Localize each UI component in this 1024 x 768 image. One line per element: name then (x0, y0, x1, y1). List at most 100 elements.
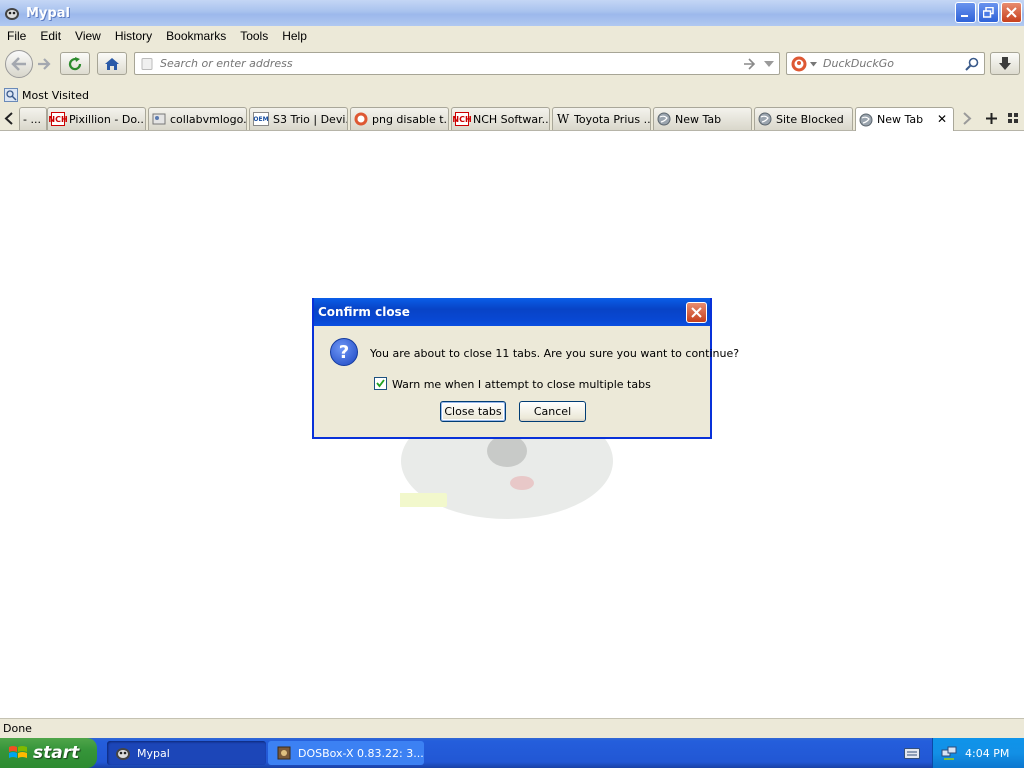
downloads-button[interactable] (990, 52, 1020, 75)
warn-checkbox-label[interactable]: Warn me when I attempt to close multiple… (392, 378, 651, 391)
network-icon[interactable] (941, 745, 957, 761)
system-tray: 4:04 PM (932, 738, 1024, 768)
tab-label: - ... (23, 112, 41, 126)
window-title: Mypal (26, 5, 70, 21)
search-bar[interactable] (786, 52, 985, 75)
restore-icon (983, 7, 994, 18)
dialog-titlebar[interactable]: Confirm close (314, 298, 710, 326)
checkmark-icon (376, 379, 385, 388)
taskbar: start Mypal DOSBox-X 0.83.22: 3... 4:04 … (0, 738, 1024, 768)
scroll-tabs-left-icon[interactable] (4, 112, 14, 125)
go-arrow-icon[interactable] (743, 58, 756, 70)
forward-button[interactable] (34, 55, 54, 73)
status-text: Done (3, 722, 32, 735)
menu-file[interactable]: File (0, 29, 33, 43)
menu-tools[interactable]: Tools (233, 29, 275, 43)
dialog-message: You are about to close 11 tabs. Are you … (370, 347, 740, 360)
address-bar[interactable] (134, 52, 780, 75)
nch-logo-icon: NCH (48, 112, 68, 126)
tab-label: S3 Trio | Devi... (273, 112, 347, 126)
globe-icon (859, 113, 873, 126)
home-button[interactable] (97, 52, 127, 75)
page-icon (141, 58, 153, 70)
tab-0[interactable]: - ... (19, 107, 47, 130)
engine-dropdown-icon[interactable] (810, 62, 817, 67)
menu-bookmarks[interactable]: Bookmarks (159, 29, 233, 43)
close-tabs-button[interactable]: Close tabs (440, 401, 506, 422)
window-close-button[interactable] (1001, 2, 1022, 23)
start-button[interactable]: start (0, 738, 97, 768)
menu-bar: File Edit View History Bookmarks Tools H… (0, 26, 1024, 46)
tab-9-active[interactable]: New Tab ✕ (855, 107, 954, 131)
bookmarks-toolbar: Most Visited (0, 84, 1024, 106)
minimize-button[interactable] (955, 2, 976, 23)
globe-icon (657, 112, 671, 126)
dialog-close-button[interactable] (686, 302, 707, 323)
bookmark-folder-icon (4, 88, 18, 102)
tab-label: Pixillion - Do... (69, 112, 145, 126)
menu-view[interactable]: View (68, 29, 108, 43)
tab-8[interactable]: Site Blocked (754, 107, 853, 130)
navigation-toolbar (0, 46, 1024, 84)
new-tab-icon[interactable] (985, 112, 998, 125)
cancel-button[interactable]: Cancel (519, 401, 586, 422)
taskbar-item-label: Mypal (137, 746, 170, 760)
confirm-close-dialog: Confirm close ? You are about to close 1… (312, 298, 739, 439)
tab-7[interactable]: New Tab (653, 107, 752, 130)
taskbar-item-mypal[interactable]: Mypal (107, 741, 266, 765)
bookmark-label: Most Visited (22, 88, 89, 102)
duckduckgo-icon[interactable] (791, 56, 807, 72)
mypal-app-icon (5, 8, 19, 20)
tab-label: png disable t... (372, 112, 448, 126)
menu-history[interactable]: History (108, 29, 159, 43)
dialog-title: Confirm close (318, 305, 410, 319)
address-input[interactable] (160, 57, 740, 70)
image-icon (152, 113, 166, 125)
back-button[interactable] (5, 50, 33, 78)
warn-checkbox[interactable] (374, 377, 387, 390)
dosbox-icon (277, 746, 291, 760)
nch-logo-icon: NCH (452, 112, 472, 126)
status-bar: Done (0, 718, 1024, 738)
taskbar-item-dosbox[interactable]: DOSBox-X 0.83.22: 3... (268, 741, 424, 765)
tab-label: NCH Softwar... (473, 112, 549, 126)
tab-strip: - ... NCH Pixillion - Do... collabvmlogo… (0, 106, 1024, 131)
mypal-app-icon (116, 748, 130, 760)
reload-button[interactable] (60, 52, 90, 75)
windows-logo-icon (9, 746, 27, 758)
window-titlebar[interactable]: Mypal (0, 0, 1024, 26)
keyboard-icon[interactable] (904, 746, 920, 760)
all-tabs-icon[interactable] (1008, 113, 1019, 124)
oem-icon: OEM (253, 112, 269, 126)
tab-label: New Tab (675, 112, 722, 126)
arrow-right-icon (38, 58, 51, 70)
search-input[interactable] (823, 57, 963, 70)
taskbar-item-label: DOSBox-X 0.83.22: 3... (298, 746, 424, 760)
close-icon (691, 307, 702, 318)
minimize-icon (961, 15, 968, 17)
tab-6[interactable]: W Toyota Prius ... (552, 107, 651, 130)
tab-label: Toyota Prius ... (574, 112, 650, 126)
tab-label: Site Blocked (776, 112, 844, 126)
reload-icon (68, 56, 82, 70)
tab-close-icon[interactable]: ✕ (937, 112, 947, 126)
menu-help[interactable]: Help (275, 29, 314, 43)
tab-4[interactable]: png disable t... (350, 107, 449, 130)
restore-button[interactable] (978, 2, 999, 23)
menu-edit[interactable]: Edit (33, 29, 68, 43)
arrow-left-icon (11, 57, 26, 71)
dropdown-arrow-icon[interactable] (764, 61, 774, 68)
tab-2[interactable]: collabvmlogo... (148, 107, 247, 130)
bookmark-most-visited[interactable]: Most Visited (4, 88, 89, 102)
tab-label: New Tab (877, 113, 924, 126)
search-icon[interactable] (965, 57, 979, 71)
home-icon (105, 57, 119, 70)
question-icon: ? (330, 338, 358, 366)
tab-1[interactable]: NCH Pixillion - Do... (47, 107, 146, 130)
tab-5[interactable]: NCH NCH Softwar... (451, 107, 550, 130)
globe-icon (758, 112, 772, 126)
clock[interactable]: 4:04 PM (965, 747, 1009, 760)
scroll-tabs-right-icon[interactable] (962, 112, 972, 125)
tab-3[interactable]: OEM S3 Trio | Devi... (249, 107, 348, 130)
wikipedia-icon: W (556, 112, 570, 126)
